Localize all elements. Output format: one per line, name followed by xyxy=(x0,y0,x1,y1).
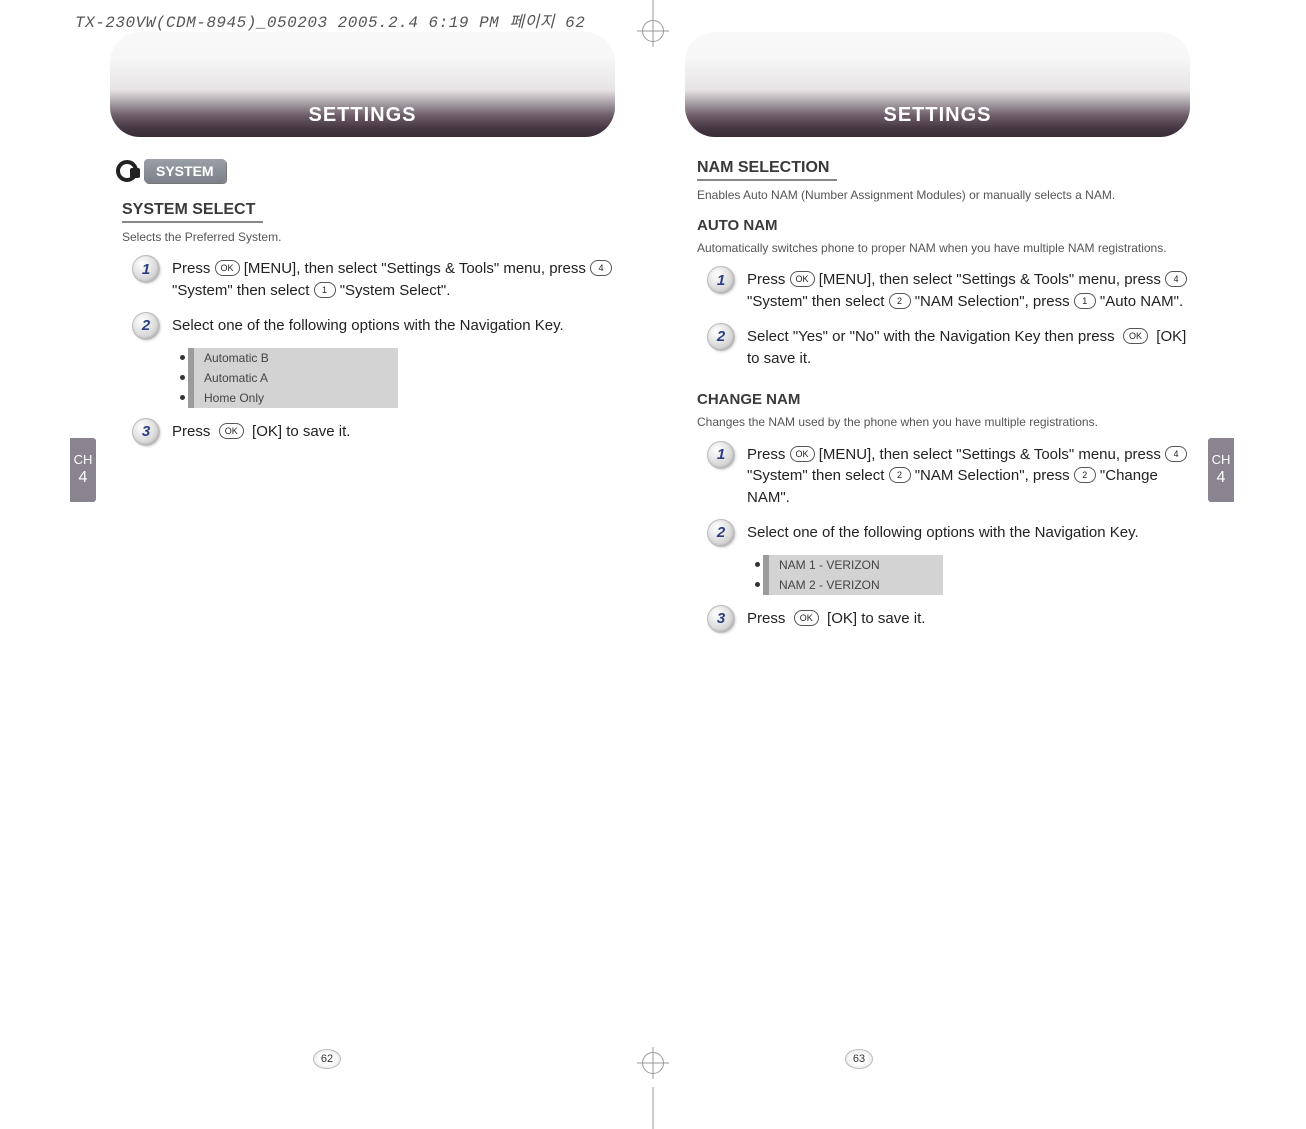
chapter-tab-right: CH 4 xyxy=(1208,438,1234,502)
ok-key-icon: OK xyxy=(790,271,815,287)
key-1-icon: 1 xyxy=(314,282,336,298)
key-4-icon: 4 xyxy=(1165,271,1187,287)
step-3: 3 Press OK [OK] to save it. xyxy=(132,418,615,446)
step-number-icon: 3 xyxy=(132,418,160,446)
nam-selection-title: NAM SELECTION xyxy=(697,159,837,181)
step-number-icon: 1 xyxy=(707,266,735,294)
step-number-icon: 2 xyxy=(707,323,735,351)
step-1: 1 Press OK [MENU], then select "Settings… xyxy=(707,441,1190,509)
ok-key-icon: OK xyxy=(790,446,815,462)
list-item: NAM 1 - VERIZON xyxy=(769,555,943,575)
ch-number: 4 xyxy=(79,469,88,487)
key-1-icon: 1 xyxy=(1074,293,1096,309)
print-file-header: TX-230VW(CDM-8945)_050203 2005.2.4 6:19 … xyxy=(75,8,585,32)
ok-key-icon: OK xyxy=(1123,328,1148,344)
step-2: 2 Select one of the following options wi… xyxy=(707,519,1190,547)
step-text: Press OK [MENU], then select "Settings &… xyxy=(747,266,1190,313)
step-1: 1 Press OK [MENU], then select "Settings… xyxy=(707,266,1190,313)
key-4-icon: 4 xyxy=(1165,446,1187,462)
step-number-icon: 3 xyxy=(707,605,735,633)
step-text: Press OK [OK] to save it. xyxy=(747,605,925,630)
system-heading: SYSTEM xyxy=(116,159,615,183)
change-nam-desc: Changes the NAM used by the phone when y… xyxy=(697,414,1180,430)
auto-nam-desc: Automatically switches phone to proper N… xyxy=(697,240,1180,256)
list-item: NAM 2 - VERIZON xyxy=(769,575,943,595)
step-number-icon: 1 xyxy=(707,441,735,469)
ok-key-icon: OK xyxy=(215,260,240,276)
options-list: NAM 1 - VERIZON NAM 2 - VERIZON xyxy=(763,555,943,595)
list-item: Home Only xyxy=(194,388,398,408)
ok-key-icon: OK xyxy=(219,423,244,439)
step-2: 2 Select one of the following options wi… xyxy=(132,312,615,340)
step-number-icon: 2 xyxy=(132,312,160,340)
step-number-icon: 2 xyxy=(707,519,735,547)
key-2-icon: 2 xyxy=(889,293,911,309)
chapter-tab-left: CH 4 xyxy=(70,438,96,502)
crop-register-bottom xyxy=(642,1052,664,1074)
step-text: Press OK [MENU], then select "Settings &… xyxy=(747,441,1190,509)
step-text: Press OK [MENU], then select "Settings &… xyxy=(172,255,615,302)
right-page: SETTINGS NAM SELECTION Enables Auto NAM … xyxy=(675,30,1200,1050)
auto-nam-heading: AUTO NAM xyxy=(697,217,1190,234)
step-number-icon: 1 xyxy=(132,255,160,283)
options-list: Automatic B Automatic A Home Only xyxy=(188,348,398,408)
banner-title: SETTINGS xyxy=(883,104,991,127)
step-text: Select one of the following options with… xyxy=(172,312,564,337)
step-text: Select "Yes" or "No" with the Navigation… xyxy=(747,323,1190,370)
step-text: Select one of the following options with… xyxy=(747,519,1139,544)
nam-selection-desc: Enables Auto NAM (Number Assignment Modu… xyxy=(697,187,1180,203)
change-nam-heading: CHANGE NAM xyxy=(697,391,1190,408)
key-2-icon: 2 xyxy=(889,467,911,483)
step-3: 3 Press OK [OK] to save it. xyxy=(707,605,1190,633)
step-text: Press OK [OK] to save it. xyxy=(172,418,350,443)
system-select-desc: Selects the Preferred System. xyxy=(122,229,605,245)
system-badge: SYSTEM xyxy=(144,159,226,183)
ok-key-icon: OK xyxy=(794,610,819,626)
key-2-icon: 2 xyxy=(1074,467,1096,483)
system-icon xyxy=(116,160,138,182)
ch-number: 4 xyxy=(1217,469,1226,487)
settings-banner: SETTINGS xyxy=(110,32,615,137)
step-1: 1 Press OK [MENU], then select "Settings… xyxy=(132,255,615,302)
list-item: Automatic B xyxy=(194,348,398,368)
ch-label: CH xyxy=(1212,453,1231,467)
banner-title: SETTINGS xyxy=(308,104,416,127)
page-number-left: 62 xyxy=(313,1049,341,1069)
system-select-title: SYSTEM SELECT xyxy=(122,201,263,223)
key-4-icon: 4 xyxy=(590,260,612,276)
ch-label: CH xyxy=(74,453,93,467)
list-item: Automatic A xyxy=(194,368,398,388)
step-2: 2 Select "Yes" or "No" with the Navigati… xyxy=(707,323,1190,370)
settings-banner: SETTINGS xyxy=(685,32,1190,137)
crop-mark-bottom xyxy=(653,1087,654,1129)
page-number-right: 63 xyxy=(845,1049,873,1069)
left-page: SETTINGS SYSTEM SYSTEM SELECT Selects th… xyxy=(100,30,625,1050)
